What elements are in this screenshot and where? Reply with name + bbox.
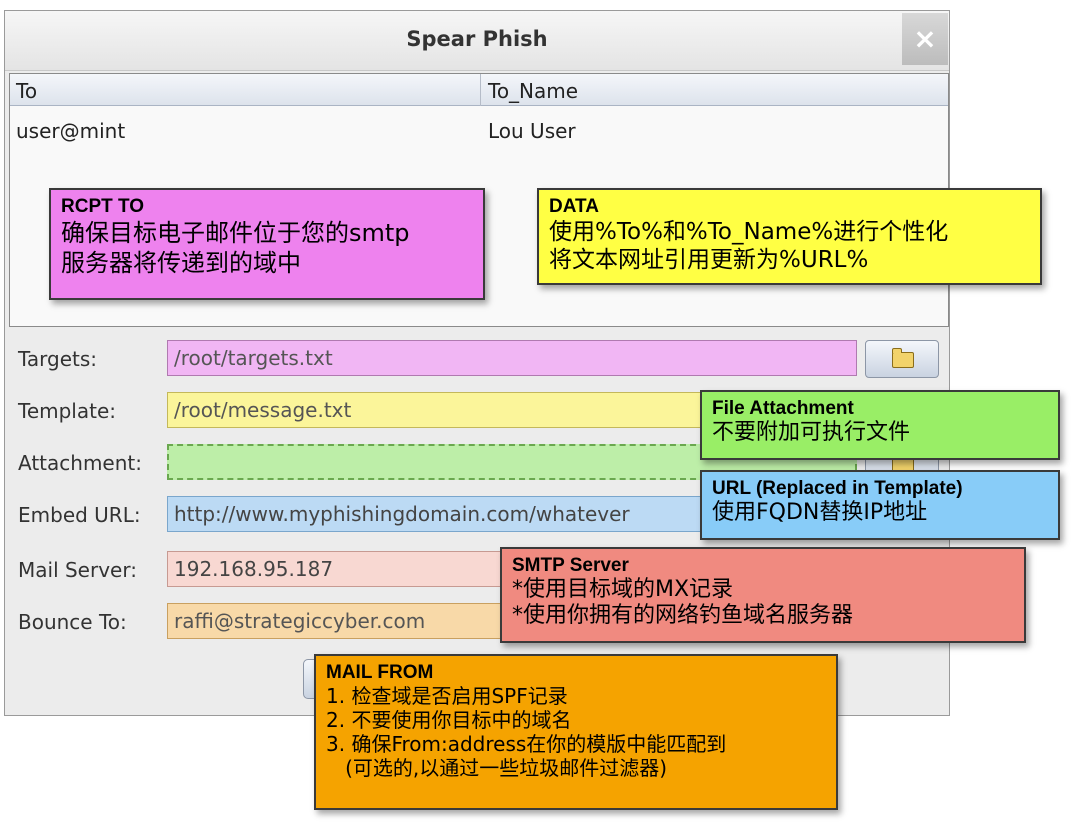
column-header-to[interactable]: To [16,79,37,103]
embed-url-label: Embed URL: [18,503,141,527]
table-header: To To_Name [10,74,948,106]
callout-line: *使用你拥有的网络钓鱼域名服务器 [512,603,854,628]
file-attachment-callout: File Attachment 不要附加可执行文件 [700,390,1060,460]
callout-title: SMTP Server [512,555,629,576]
callout-line: (可选的,以通过一些垃圾邮件过滤器) [326,756,668,780]
dialog-title: Spear Phish [406,27,548,51]
smtp-server-callout: SMTP Server *使用目标域的MX记录 *使用你拥有的网络钓鱼域名服务器 [500,547,1026,643]
column-divider [480,74,481,106]
template-label: Template: [18,399,116,423]
callout-title: DATA [549,196,599,217]
callout-line: 不要附加可执行文件 [712,420,911,445]
attachment-label: Attachment: [18,451,142,475]
mail-server-label: Mail Server: [18,558,137,582]
callout-title: MAIL FROM [326,662,434,683]
folder-icon [892,348,914,368]
close-button[interactable]: × [902,13,948,65]
callout-line: 1. 检查域是否启用SPF记录 [326,684,568,708]
callout-line: 服务器将传递到的域中 [61,249,301,277]
url-callout: URL (Replaced in Template) 使用FQDN替换IP地址 [700,470,1060,540]
table-cell-to-name[interactable]: Lou User [488,119,576,143]
callout-title: URL (Replaced in Template) [712,478,963,499]
callout-line: 确保目标电子邮件位于您的smtp [61,219,410,247]
callout-line: 3. 确保From:address在你的模版中能匹配到 [326,732,727,756]
callout-title: File Attachment [712,398,854,419]
data-callout: DATA 使用%To%和%To_Name%进行个性化 将文本网址引用更新为%UR… [537,188,1042,285]
mail-from-callout: MAIL FROM 1. 检查域是否启用SPF记录 2. 不要使用你目标中的域名… [314,654,838,810]
callout-line: 将文本网址引用更新为%URL% [549,247,869,273]
targets-browse-button[interactable] [865,340,939,378]
callout-title: RCPT TO [61,196,145,217]
callout-line: 使用%To%和%To_Name%进行个性化 [549,219,949,245]
callout-line: 使用FQDN替换IP地址 [712,500,928,525]
callout-line: *使用目标域的MX记录 [512,577,734,602]
targets-field[interactable]: /root/targets.txt [167,340,857,376]
targets-label: Targets: [18,347,98,371]
column-header-to-name[interactable]: To_Name [488,79,578,103]
title-bar: Spear Phish × [5,11,949,71]
rcpt-to-callout: RCPT TO 确保目标电子邮件位于您的smtp 服务器将传递到的域中 [49,188,485,300]
bounce-to-label: Bounce To: [18,610,127,634]
callout-line: 2. 不要使用你目标中的域名 [326,708,572,732]
table-cell-to[interactable]: user@mint [16,119,125,143]
